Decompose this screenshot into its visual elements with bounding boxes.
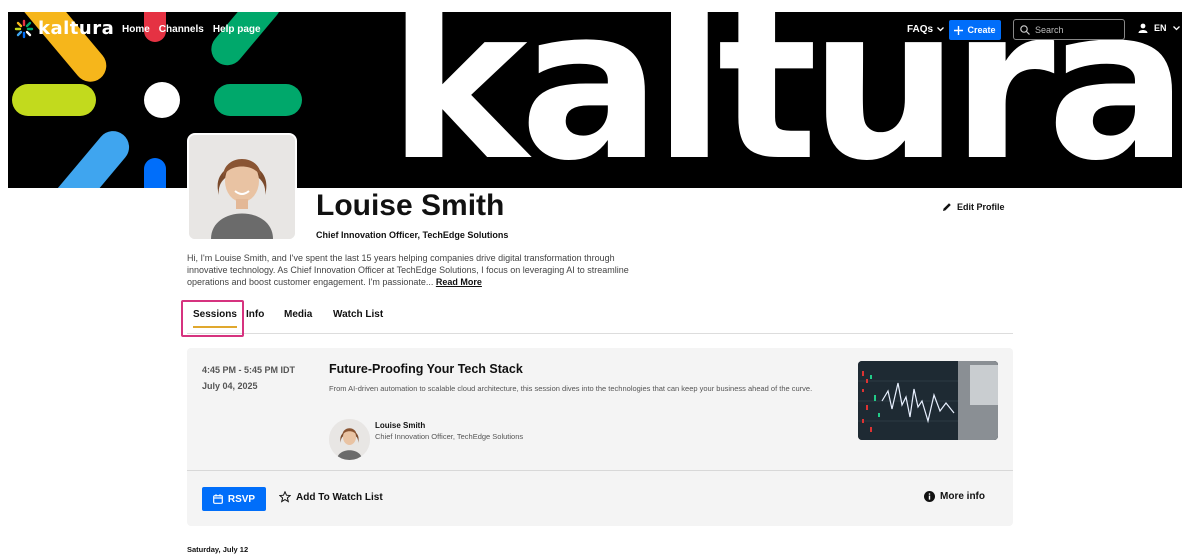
stock-chart-image bbox=[858, 361, 998, 440]
rsvp-label: RSVP bbox=[227, 493, 256, 505]
next-session-date-heading: Saturday, July 12 bbox=[187, 545, 249, 554]
tab-media[interactable]: Media bbox=[284, 309, 312, 320]
chevron-down-icon bbox=[937, 27, 945, 32]
nav-links: Home Channels Help page bbox=[122, 24, 261, 35]
nav-link-channels[interactable]: Channels bbox=[159, 24, 204, 35]
edit-profile-button[interactable]: Edit Profile bbox=[942, 202, 1005, 212]
speaker-title: Chief Innovation Officer, TechEdge Solut… bbox=[375, 432, 524, 441]
rsvp-button[interactable]: RSVP bbox=[202, 487, 266, 511]
plus-icon bbox=[954, 25, 964, 35]
more-info-button[interactable]: More info bbox=[924, 491, 985, 502]
top-navigation: kaltura Home Channels Help page FAQs Cre… bbox=[8, 12, 1182, 48]
profile-avatar bbox=[187, 133, 297, 241]
sessions-tab-highlight bbox=[181, 300, 244, 337]
profile-photo bbox=[189, 135, 295, 239]
search-icon bbox=[1020, 24, 1030, 35]
session-description: From AI-driven automation to scalable cl… bbox=[329, 384, 813, 393]
edit-profile-label: Edit Profile bbox=[957, 202, 1005, 212]
search-box[interactable] bbox=[1013, 19, 1125, 40]
user-language-controls: EN bbox=[1138, 23, 1180, 33]
user-icon[interactable] bbox=[1138, 23, 1148, 33]
search-input[interactable] bbox=[1035, 24, 1115, 35]
watch-list-label: Add To Watch List bbox=[296, 491, 383, 503]
speaker-avatar bbox=[329, 419, 370, 460]
more-info-label: More info bbox=[940, 491, 985, 502]
speaker-photo bbox=[329, 419, 370, 460]
read-more-link[interactable]: Read More bbox=[436, 277, 482, 287]
logo-text: kaltura bbox=[38, 18, 115, 39]
session-title[interactable]: Future-Proofing Your Tech Stack bbox=[329, 362, 523, 376]
speaker-name[interactable]: Louise Smith bbox=[375, 421, 425, 430]
session-card: 4:45 PM - 5:45 PM IDT July 04, 2025 Futu… bbox=[187, 348, 1013, 526]
add-to-watch-list-button[interactable]: Add To Watch List bbox=[279, 491, 383, 503]
profile-bio-text: Hi, I'm Louise Smith, and I've spent the… bbox=[187, 253, 629, 287]
profile-tabs: Sessions Info Media Watch List bbox=[187, 300, 1013, 334]
nav-link-help[interactable]: Help page bbox=[213, 24, 261, 35]
pencil-icon bbox=[943, 203, 951, 211]
profile-bio: Hi, I'm Louise Smith, and I've spent the… bbox=[187, 252, 657, 288]
card-divider bbox=[187, 470, 1013, 471]
profile-name: Louise Smith bbox=[316, 189, 505, 222]
session-thumbnail[interactable] bbox=[858, 361, 998, 440]
faqs-label: FAQs bbox=[907, 24, 934, 35]
create-label: Create bbox=[967, 25, 996, 35]
profile-title: Chief Innovation Officer, TechEdge Solut… bbox=[316, 230, 509, 240]
faqs-menu[interactable]: FAQs bbox=[907, 24, 945, 35]
star-outline-icon bbox=[279, 491, 291, 503]
tab-info[interactable]: Info bbox=[246, 309, 264, 320]
kaltura-burst-icon bbox=[14, 19, 34, 38]
calendar-icon bbox=[212, 494, 223, 504]
chevron-down-icon bbox=[1172, 25, 1180, 30]
kaltura-logo[interactable]: kaltura bbox=[14, 18, 114, 39]
tab-watch-list[interactable]: Watch List bbox=[333, 309, 383, 320]
session-time: 4:45 PM - 5:45 PM IDT bbox=[202, 365, 296, 375]
info-icon bbox=[924, 491, 935, 502]
session-date: July 04, 2025 bbox=[202, 381, 258, 391]
nav-link-home[interactable]: Home bbox=[122, 24, 150, 35]
language-selector[interactable]: EN bbox=[1154, 23, 1167, 33]
create-button[interactable]: Create bbox=[949, 20, 1001, 40]
